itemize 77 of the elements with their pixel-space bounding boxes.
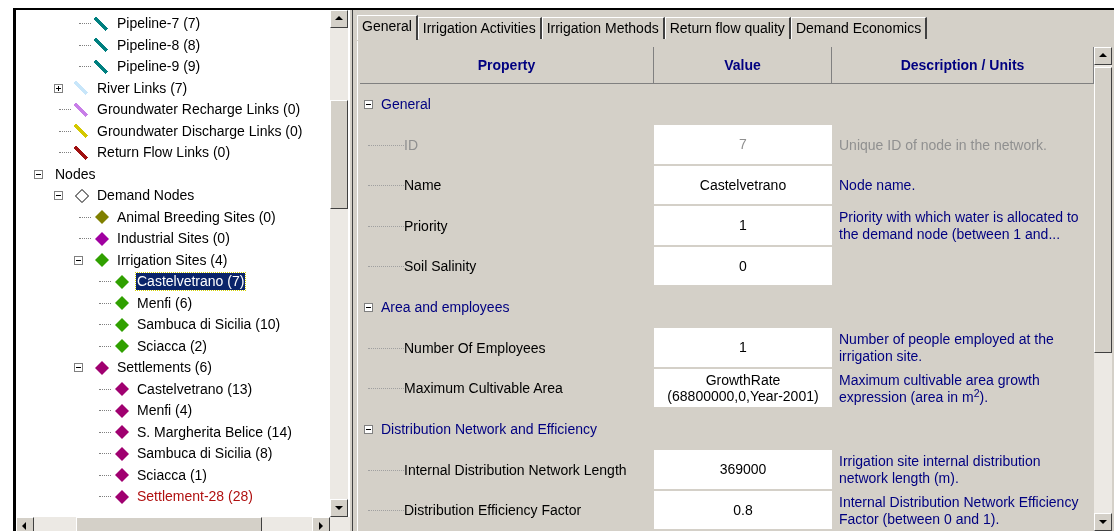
section-title: Area and employees: [381, 298, 510, 317]
description-text: Node name.: [839, 177, 916, 195]
scroll-right-button[interactable]: [312, 517, 330, 531]
collapse-icon[interactable]: [54, 191, 63, 201]
property-label: Number Of Employees: [404, 338, 546, 358]
tree-item[interactable]: Pipeline-7 (7): [116, 15, 202, 33]
section-title: Distribution Network and Efficiency: [381, 420, 598, 439]
tree-item[interactable]: Animal Breeding Sites (0): [116, 208, 277, 226]
column-header[interactable]: Property: [360, 47, 654, 83]
tree-item[interactable]: Pipeline-9 (9): [116, 58, 202, 76]
tree-item[interactable]: Return Flow Links (0): [96, 144, 232, 162]
vertical-scrollbar[interactable]: [1094, 47, 1112, 531]
value-field[interactable]: 1: [654, 206, 832, 245]
tree-item[interactable]: S. Margherita Belice (14): [136, 423, 293, 441]
tree-item[interactable]: Irrigation Sites (4): [116, 251, 229, 269]
property-label: Soil Salinity: [404, 257, 477, 277]
property-label: Priority: [404, 216, 448, 236]
diamond-outline-icon: [74, 187, 90, 204]
value-field[interactable]: 1: [654, 328, 832, 367]
collapse-icon[interactable]: [364, 100, 373, 109]
tree-item[interactable]: Pipeline-8 (8): [116, 36, 202, 54]
tree-item[interactable]: Groundwater Recharge Links (0): [96, 101, 302, 119]
tab[interactable]: Irrigation Methods: [541, 17, 665, 39]
tree-item[interactable]: Sciacca (2): [136, 337, 209, 355]
value-field[interactable]: Castelvetrano: [654, 165, 832, 204]
tree-item[interactable]: Settlement-28 (28): [136, 488, 254, 506]
tree-item[interactable]: Castelvetrano (13): [136, 380, 254, 398]
collapse-icon[interactable]: [364, 303, 373, 312]
tree-item[interactable]: Menfi (4): [136, 402, 194, 420]
scroll-up-button[interactable]: [330, 10, 348, 28]
property-label: Maximum Cultivable Area: [404, 379, 563, 399]
scroll-down-button[interactable]: [1094, 513, 1112, 531]
description-text: Number of people employed at the irrigation site.: [839, 331, 1055, 366]
tree-item[interactable]: River Links (7): [96, 79, 189, 97]
tree-item[interactable]: Sambuca di Sicilia (10): [136, 316, 282, 334]
tree-item[interactable]: Groundwater Discharge Links (0): [96, 122, 304, 140]
tree-item[interactable]: Settlements (6): [116, 359, 213, 377]
tab[interactable]: Irrigation Activities: [417, 17, 542, 39]
property-label: Internal Distribution Network Length: [404, 460, 627, 480]
tree-item[interactable]: Nodes: [54, 165, 97, 183]
value-field[interactable]: 0.8: [654, 490, 832, 529]
tree-item[interactable]: Castelvetrano (7): [136, 273, 246, 291]
section-title: General: [381, 95, 431, 114]
property-label: Name: [404, 176, 442, 196]
triangle-icon: [1098, 517, 1108, 527]
tab[interactable]: General: [357, 15, 418, 40]
collapse-icon[interactable]: [364, 425, 373, 434]
column-header[interactable]: Value: [654, 47, 832, 83]
horizontal-scrollbar[interactable]: [16, 517, 350, 531]
collapse-icon[interactable]: [34, 169, 43, 179]
scroll-up-button[interactable]: [1094, 47, 1112, 65]
collapse-icon[interactable]: [74, 255, 83, 265]
tab[interactable]: Demand Economics: [790, 17, 928, 39]
scrollbar-thumb[interactable]: [1094, 67, 1112, 353]
scroll-down-button[interactable]: [330, 499, 348, 517]
value-field[interactable]: 369000: [654, 450, 832, 489]
scrollbar-thumb[interactable]: [330, 100, 348, 209]
tree-item[interactable]: Demand Nodes: [96, 187, 196, 205]
tree-item[interactable]: Sambuca di Sicilia (8): [136, 445, 274, 463]
vertical-scrollbar[interactable]: [330, 10, 348, 517]
collapse-icon[interactable]: [74, 363, 83, 373]
property-label: ID: [404, 135, 418, 155]
value-field[interactable]: 0: [654, 246, 832, 285]
value-field[interactable]: GrowthRate (68800000,0,Year-2001): [654, 368, 832, 407]
scroll-left-button[interactable]: [16, 517, 34, 531]
description-text: Internal Distribution Network Efficiency Factor (between 0 and 1).: [839, 493, 1080, 528]
expand-icon[interactable]: [54, 83, 63, 93]
tree-item[interactable]: Industrial Sites (0): [116, 230, 231, 248]
tree-item[interactable]: Sciacca (1): [136, 466, 209, 484]
description-text: Unique ID of node in the network.: [839, 136, 1047, 154]
tab[interactable]: Return flow quality: [664, 17, 791, 39]
description-text: Irrigation site internal distribution network length (m).: [839, 453, 1042, 488]
scrollbar-thumb[interactable]: [76, 517, 262, 531]
tree-item[interactable]: Menfi (6): [136, 294, 194, 312]
description-text: Priority with which water is allocated to the demand node (between 1 and...: [839, 209, 1080, 244]
description-text: Maximum cultivable area growth expression (area in m$^{2}$).: [839, 371, 1041, 406]
property-label: Distribution Efficiency Factor: [404, 501, 582, 521]
